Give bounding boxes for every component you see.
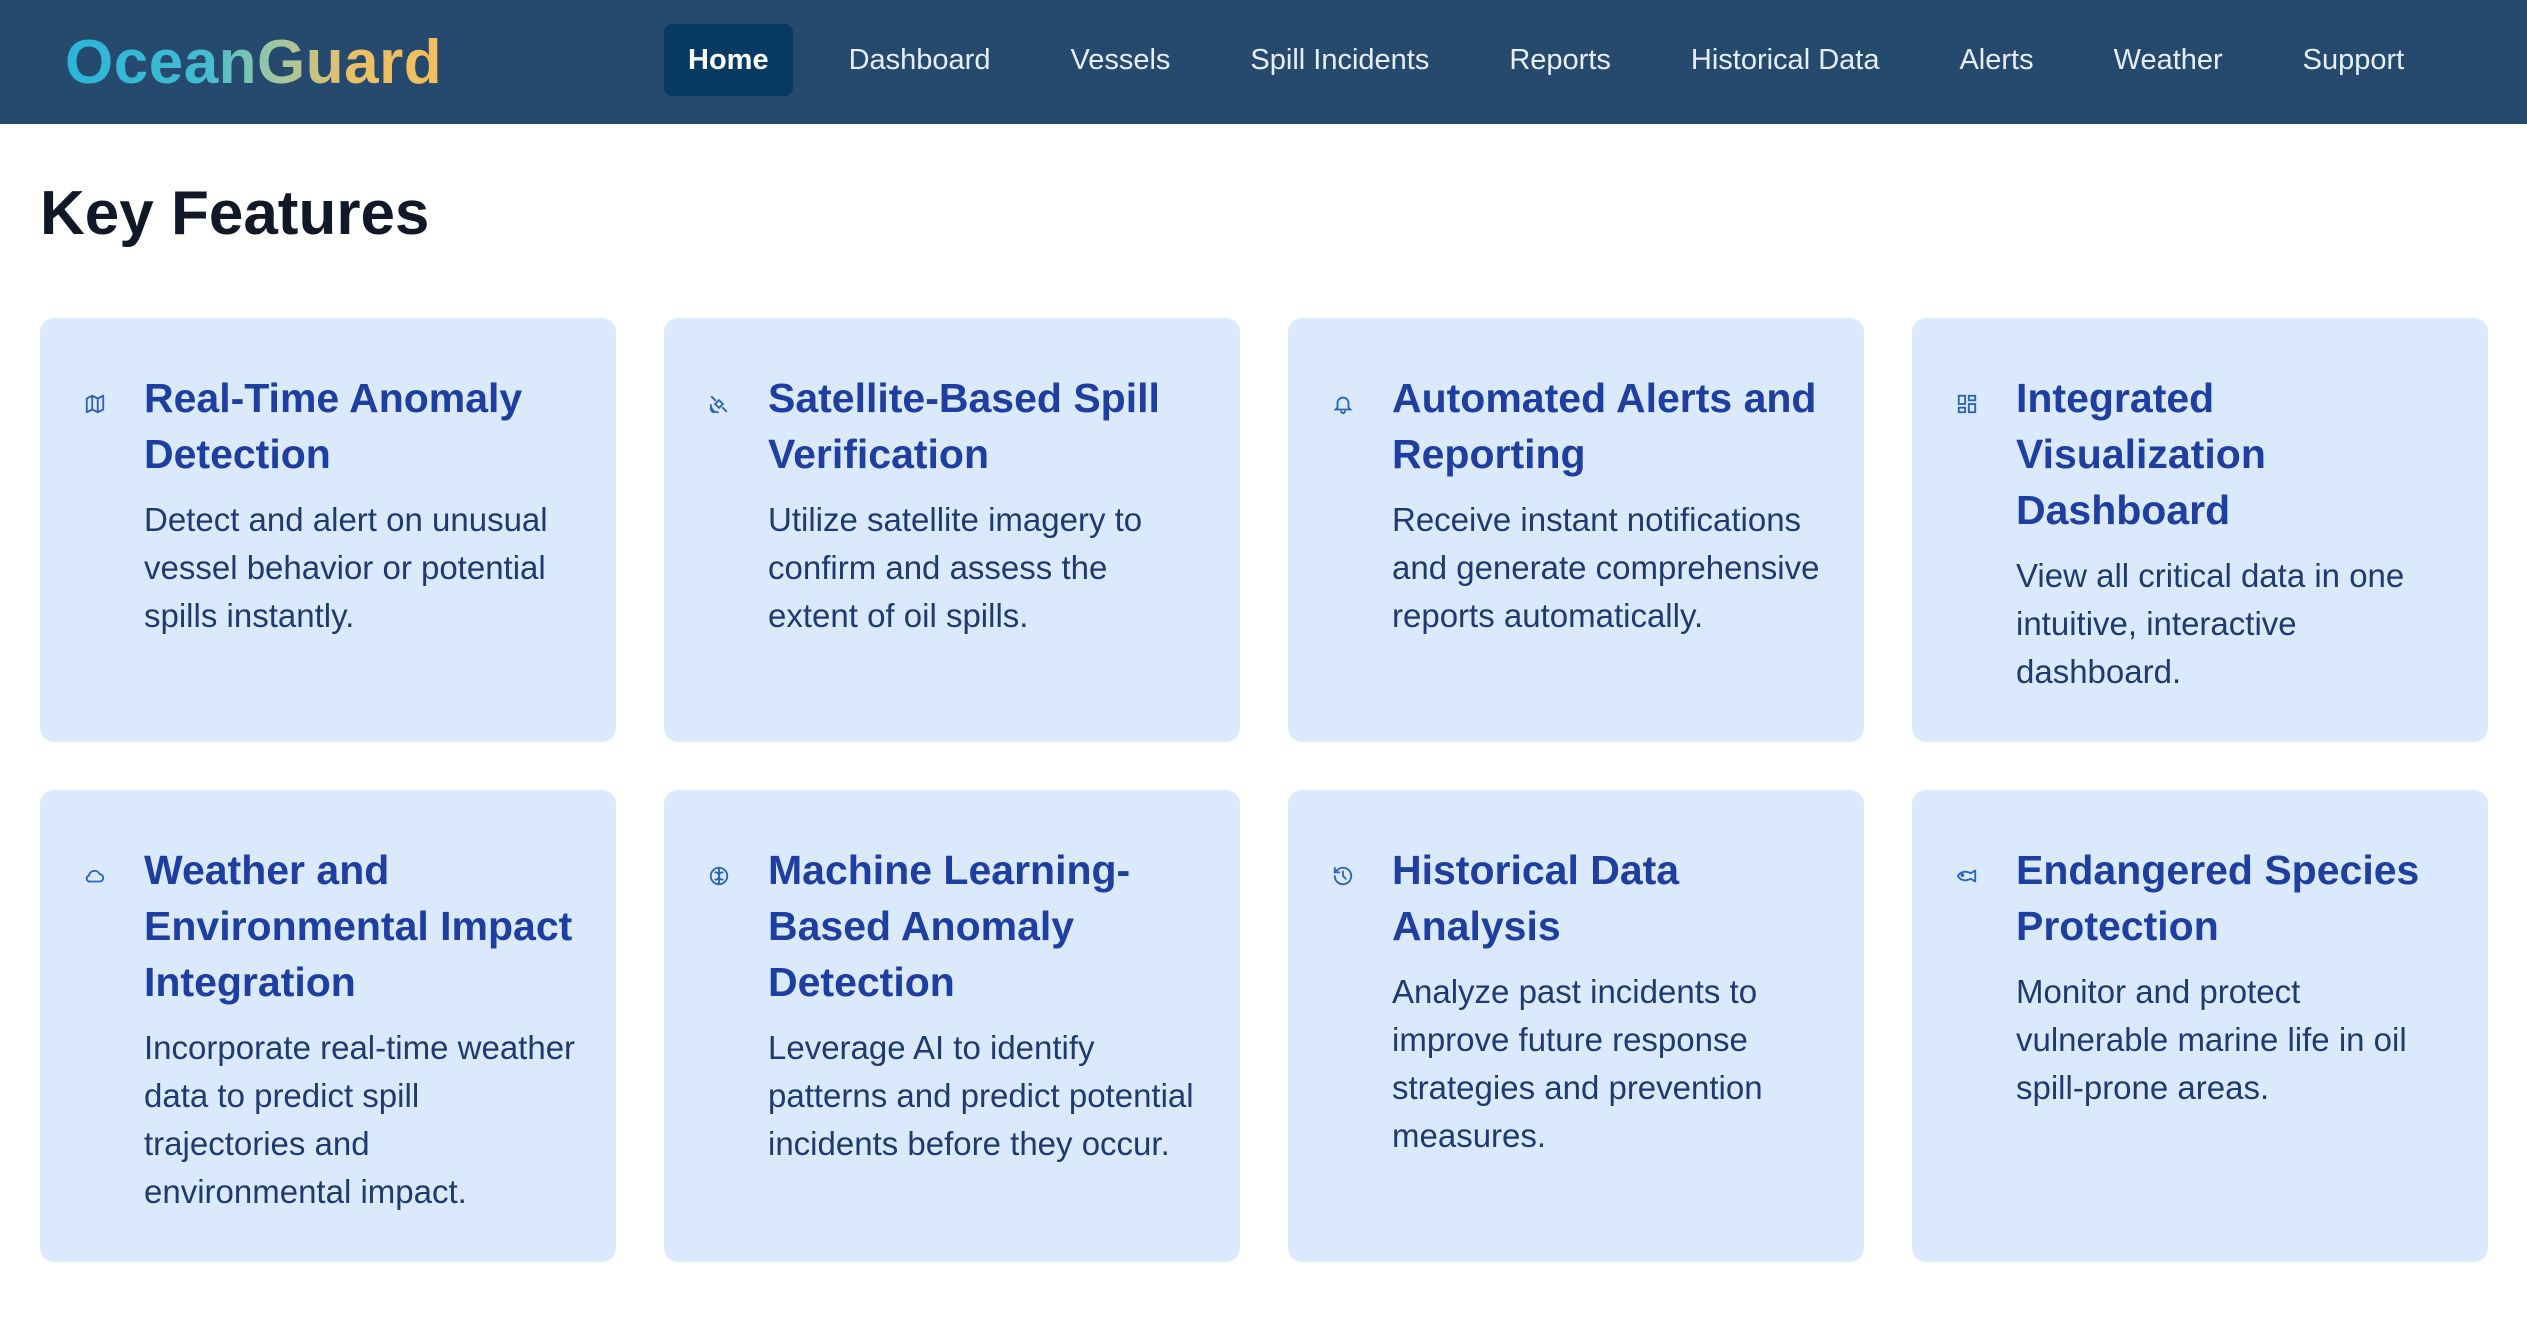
dashboard-icon	[1956, 393, 1978, 702]
feature-title: Automated Alerts and Reporting	[1392, 375, 1817, 477]
feature-description: Detect and alert on unusual vessel behav…	[144, 501, 548, 634]
feature-card: Historical Data Analysis Analyze past in…	[1288, 790, 1864, 1262]
feature-card: Machine Learning-Based Anomaly Detection…	[664, 790, 1240, 1262]
feature-title: Satellite-Based Spill Verification	[768, 375, 1160, 477]
feature-card: Satellite-Based Spill Verification Utili…	[664, 318, 1240, 742]
feature-card: Automated Alerts and Reporting Receive i…	[1288, 318, 1864, 742]
nav-item-home[interactable]: Home	[664, 24, 793, 96]
feature-title: Machine Learning-Based Anomaly Detection	[768, 847, 1131, 1005]
map-icon	[84, 393, 106, 702]
feature-title: Real-Time Anomaly Detection	[144, 375, 523, 477]
feature-title: Historical Data Analysis	[1392, 847, 1680, 949]
feature-title: Integrated Visualization Dashboard	[2016, 375, 2266, 533]
feature-description: Receive instant notifications and genera…	[1392, 501, 1820, 634]
top-navbar: OceanGuard Home Dashboard Vessels Spill …	[0, 0, 2527, 124]
features-grid: Real-Time Anomaly Detection Detect and a…	[40, 318, 2490, 1262]
nav-item-spill-incidents[interactable]: Spill Incidents	[1226, 24, 1453, 96]
feature-card: Integrated Visualization Dashboard View …	[1912, 318, 2488, 742]
feature-description: Analyze past incidents to improve future…	[1392, 973, 1763, 1154]
feature-description: View all critical data in one intuitive,…	[2016, 557, 2405, 690]
nav-item-reports[interactable]: Reports	[1485, 24, 1635, 96]
main-nav: Home Dashboard Vessels Spill Incidents R…	[664, 24, 2460, 96]
feature-title: Endangered Species Protection	[2016, 847, 2420, 949]
nav-item-alerts[interactable]: Alerts	[1935, 24, 2057, 96]
nav-item-vessels[interactable]: Vessels	[1046, 24, 1194, 96]
nav-item-support[interactable]: Support	[2279, 24, 2429, 96]
bell-icon	[1332, 393, 1354, 702]
cloud-icon	[84, 865, 106, 1222]
feature-card: Real-Time Anomaly Detection Detect and a…	[40, 318, 616, 742]
feature-description: Incorporate real-time weather data to pr…	[144, 1029, 576, 1210]
nav-item-historical-data[interactable]: Historical Data	[1667, 24, 1904, 96]
history-icon	[1332, 865, 1354, 1222]
feature-description: Leverage AI to identify patterns and pre…	[768, 1029, 1194, 1162]
feature-description: Monitor and protect vulnerable marine li…	[2016, 973, 2407, 1106]
feature-description: Utilize satellite imagery to confirm and…	[768, 501, 1143, 634]
feature-card: Weather and Environmental Impact Integra…	[40, 790, 616, 1262]
feature-card: Endangered Species Protection Monitor an…	[1912, 790, 2488, 1262]
feature-title: Weather and Environmental Impact Integra…	[144, 847, 573, 1005]
nav-item-weather[interactable]: Weather	[2090, 24, 2247, 96]
brand-logo[interactable]: OceanGuard	[65, 27, 442, 98]
page-title: Key Features	[40, 179, 430, 248]
fish-icon	[1956, 865, 1978, 1222]
satellite-icon	[708, 393, 730, 702]
nav-item-dashboard[interactable]: Dashboard	[825, 24, 1015, 96]
brain-icon	[708, 865, 730, 1222]
